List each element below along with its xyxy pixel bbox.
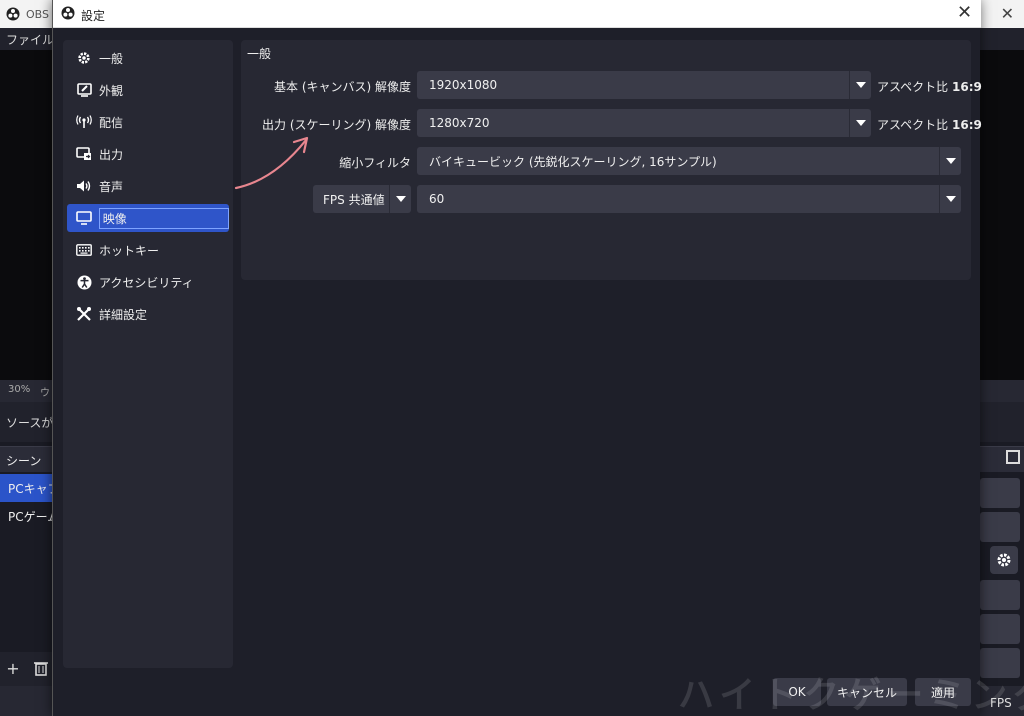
chevron-down-icon xyxy=(849,71,871,99)
speaker-icon xyxy=(75,177,93,195)
main-title: OBS xyxy=(6,0,49,28)
fps-type-combo[interactable]: FPS 共通値 xyxy=(313,185,411,213)
sidebar-item-audio[interactable]: 音声 xyxy=(67,172,229,200)
control-button[interactable] xyxy=(980,614,1020,644)
sidebar-item-label: アクセシビリティ xyxy=(99,275,194,290)
output-resolution-combo[interactable]: 1280x720 xyxy=(417,109,871,137)
sidebar-item-advanced[interactable]: 詳細設定 xyxy=(67,300,229,328)
tools-icon xyxy=(75,305,93,323)
obs-logo-icon xyxy=(6,7,20,21)
accessibility-icon xyxy=(75,273,93,291)
sidebar-item-label: 配信 xyxy=(99,115,124,130)
annotation-arrow xyxy=(234,136,309,190)
control-button[interactable] xyxy=(980,648,1020,678)
settings-dialog: 設定 ✕ 一般 外観 配信 出力 音声 映像 ホットキー アクセシビリティ 詳細… xyxy=(52,0,982,716)
video-general-panel: 一般 基本 (キャンバス) 解像度 1920x1080 アスペクト比 16:9 … xyxy=(241,40,982,280)
apply-button[interactable]: 適用 xyxy=(915,678,971,706)
aspect-value: 16:9 xyxy=(952,118,982,132)
output-aspect-ratio: アスペクト比 16:9 xyxy=(877,116,982,133)
zoom-level: 30% xyxy=(8,384,31,395)
base-resolution-combo[interactable]: 1920x1080 xyxy=(417,71,871,99)
sidebar-item-label: 一般 xyxy=(99,51,124,66)
sidebar-item-general[interactable]: 一般 xyxy=(67,44,229,72)
zoom-extra: ウ xyxy=(40,388,50,399)
settings-gear-button[interactable] xyxy=(990,546,1018,574)
fps-value-combo[interactable]: 60 xyxy=(417,185,961,213)
control-button[interactable] xyxy=(980,478,1020,508)
dialog-title: 設定 xyxy=(81,9,106,23)
cancel-button[interactable]: キャンセル xyxy=(827,678,907,706)
close-icon[interactable]: ✕ xyxy=(957,4,972,22)
base-aspect-ratio: アスペクト比 16:9 xyxy=(877,78,982,95)
control-button[interactable] xyxy=(980,512,1020,542)
sidebar-item-label: ホットキー xyxy=(99,243,160,258)
sidebar-item-output[interactable]: 出力 xyxy=(67,140,229,168)
base-resolution-value: 1920x1080 xyxy=(429,78,498,92)
sidebar-item-label: 詳細設定 xyxy=(99,307,148,322)
aspect-prefix: アスペクト比 xyxy=(877,80,949,94)
add-scene-icon[interactable]: + xyxy=(4,660,22,678)
broadcast-icon xyxy=(75,113,93,131)
trash-icon[interactable] xyxy=(32,660,50,678)
downscale-filter-value: バイキュービック (先鋭化スケーリング, 16サンプル) xyxy=(429,154,717,169)
chevron-down-icon xyxy=(939,147,961,175)
downscale-filter-label: 縮小フィルタ xyxy=(339,156,411,170)
sidebar-item-label: 音声 xyxy=(99,179,124,194)
sidebar-item-hotkeys[interactable]: ホットキー xyxy=(67,236,229,264)
gear-icon xyxy=(75,49,93,67)
ok-button[interactable]: OK xyxy=(773,678,821,706)
chevron-down-icon xyxy=(849,109,871,137)
chevron-down-icon xyxy=(939,185,961,213)
sidebar-item-appearance[interactable]: 外観 xyxy=(67,76,229,104)
sidebar-item-label: 映像 xyxy=(98,207,229,229)
appearance-icon xyxy=(75,81,93,99)
settings-sidebar: 一般 外観 配信 出力 音声 映像 ホットキー アクセシビリティ 詳細設定 xyxy=(63,40,233,668)
main-close-icon[interactable]: ✕ xyxy=(1001,4,1014,23)
section-title: 一般 xyxy=(247,47,272,61)
fps-type-value: FPS 共通値 xyxy=(323,192,385,207)
obs-logo-icon xyxy=(61,6,75,20)
gear-icon xyxy=(997,553,1011,567)
downscale-filter-combo[interactable]: バイキュービック (先鋭化スケーリング, 16サンプル) xyxy=(417,147,961,175)
base-resolution-label: 基本 (キャンバス) 解像度 xyxy=(274,80,411,94)
control-button[interactable] xyxy=(980,580,1020,610)
main-title-text: OBS xyxy=(26,7,49,21)
sidebar-item-stream[interactable]: 配信 xyxy=(67,108,229,136)
scene-tools: + xyxy=(0,652,56,686)
sidebar-item-accessibility[interactable]: アクセシビリティ xyxy=(67,268,229,296)
aspect-prefix: アスペクト比 xyxy=(877,118,949,132)
scenes-title: シーン xyxy=(6,454,42,468)
scene-item[interactable]: PCゲーム xyxy=(0,502,56,530)
sidebar-item-video[interactable]: 映像 xyxy=(67,204,229,232)
scene-list: PCキャプ PCゲーム xyxy=(0,472,56,652)
scene-item[interactable]: PCキャプ xyxy=(0,474,56,502)
sidebar-item-label: 外観 xyxy=(99,83,124,98)
output-icon xyxy=(75,145,93,163)
sidebar-item-label: 出力 xyxy=(99,147,124,162)
output-resolution-value: 1280x720 xyxy=(429,116,490,130)
fps-indicator: FPS xyxy=(990,696,1012,710)
dialog-titlebar: 設定 ✕ xyxy=(53,0,981,28)
fps-value: 60 xyxy=(429,192,445,206)
chevron-down-icon xyxy=(389,185,411,213)
aspect-value: 16:9 xyxy=(952,80,982,94)
keyboard-icon xyxy=(75,241,93,259)
monitor-icon xyxy=(75,209,93,227)
